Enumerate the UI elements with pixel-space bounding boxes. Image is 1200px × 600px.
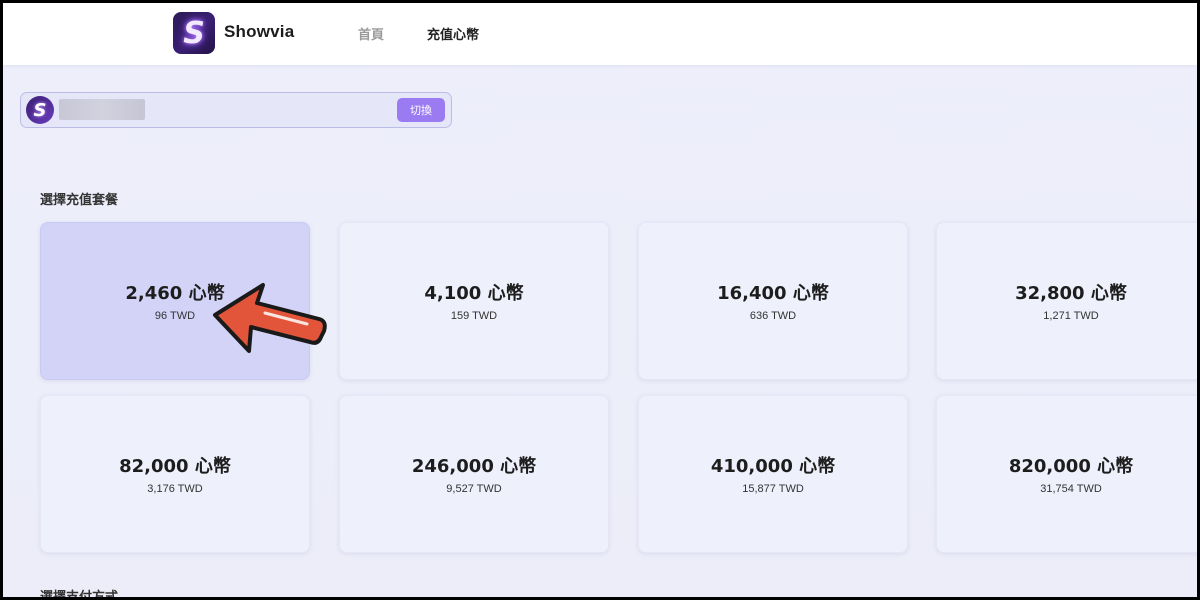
nav-recharge-link[interactable]: 充值心幣 [427, 24, 479, 43]
page-frame: S Showvia 首頁 充值心幣 S 切換 選擇充值套餐 2,460 心幣 9… [3, 3, 1197, 597]
switch-account-button[interactable]: 切換 [397, 98, 445, 122]
package-coins: 32,800 心幣 [1015, 283, 1127, 304]
package-price: 15,877 TWD [742, 483, 804, 495]
package-card-8[interactable]: 820,000 心幣 31,754 TWD [936, 395, 1197, 553]
package-coins: 82,000 心幣 [119, 456, 231, 477]
package-card-6[interactable]: 246,000 心幣 9,527 TWD [339, 395, 609, 553]
pointer-arrow-icon [213, 283, 327, 353]
package-price: 1,271 TWD [1043, 310, 1099, 322]
package-coins: 820,000 心幣 [1008, 456, 1134, 477]
showvia-logo[interactable]: S [173, 12, 215, 54]
package-coins: 4,100 心幣 [424, 283, 524, 304]
package-price: 3,176 TWD [147, 483, 203, 495]
package-card-2[interactable]: 4,100 心幣 159 TWD [339, 222, 609, 380]
logo-letter: S [183, 15, 205, 51]
package-card-3[interactable]: 16,400 心幣 636 TWD [638, 222, 908, 380]
payment-section-title: 選擇支付方式 [40, 586, 118, 597]
nav-home-link[interactable]: 首頁 [358, 24, 384, 43]
package-card-7[interactable]: 410,000 心幣 15,877 TWD [638, 395, 908, 553]
package-price: 159 TWD [450, 310, 498, 322]
account-name-redacted [59, 99, 145, 120]
package-price: 636 TWD [749, 310, 797, 322]
package-price: 31,754 TWD [1040, 483, 1102, 495]
package-coins: 410,000 心幣 [710, 456, 836, 477]
account-avatar: S [26, 96, 54, 124]
avatar-letter: S [33, 99, 47, 121]
brand-name[interactable]: Showvia [224, 22, 294, 42]
top-navigation-bar: S Showvia 首頁 充值心幣 [3, 3, 1197, 65]
package-price: 9,527 TWD [446, 483, 502, 495]
package-coins: 16,400 心幣 [717, 283, 829, 304]
package-card-4[interactable]: 32,800 心幣 1,271 TWD [936, 222, 1197, 380]
package-coins: 246,000 心幣 [411, 456, 537, 477]
account-selector: S 切換 [20, 92, 452, 128]
packages-section-title: 選擇充值套餐 [40, 193, 119, 208]
package-card-5[interactable]: 82,000 心幣 3,176 TWD [40, 395, 310, 553]
